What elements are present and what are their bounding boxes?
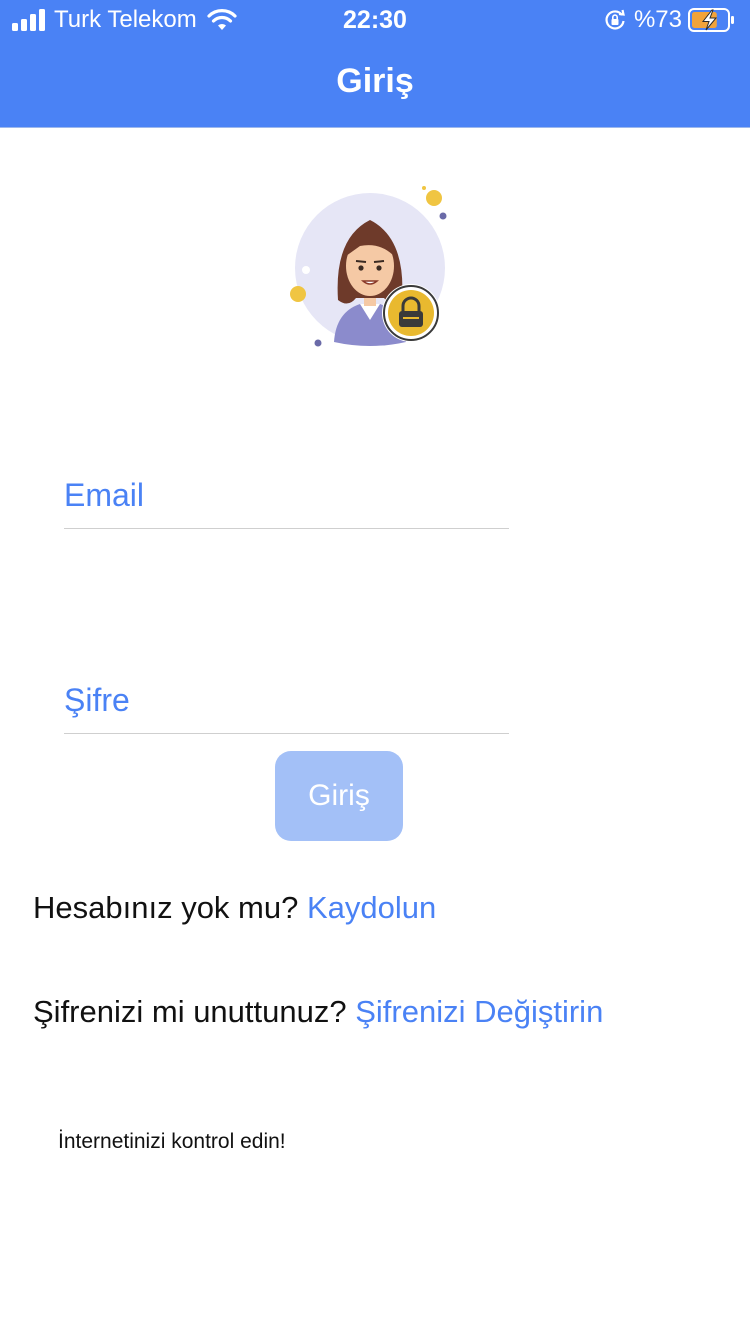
connection-error-message: İnternetinizi kontrol edin!: [58, 1130, 286, 1153]
register-link[interactable]: Kaydolun: [307, 890, 436, 925]
header: Turk Telekom 22:30 %73 Giriş: [0, 0, 750, 128]
change-password-link[interactable]: Şifrenizi Değiştirin: [355, 994, 603, 1029]
password-field[interactable]: [64, 667, 509, 734]
forgot-password-question: Şifrenizi mi unuttunuz?: [33, 994, 347, 1029]
battery-percent: %73: [633, 6, 682, 33]
register-question: Hesabınız yok mu?: [33, 890, 299, 925]
user-avatar-lock-illustration: [290, 186, 447, 347]
page-title: Giriş: [336, 62, 414, 100]
orientation-lock-icon: [605, 9, 625, 30]
login-screen: Turk Telekom 22:30 %73 Giriş Email Giriş…: [0, 0, 750, 1334]
forgot-password-prompt: Şifrenizi mi unuttunuz? Şifrenizi Değişt…: [33, 994, 603, 1030]
email-field[interactable]: [64, 462, 509, 529]
battery-charging-icon: [688, 8, 734, 32]
email-input[interactable]: [64, 462, 509, 528]
register-prompt: Hesabınız yok mu? Kaydolun: [33, 890, 436, 926]
status-bar: Turk Telekom 22:30 %73: [0, 0, 750, 40]
login-button[interactable]: Giriş: [275, 751, 403, 841]
password-input[interactable]: [64, 667, 509, 733]
status-right: %73: [604, 6, 736, 34]
